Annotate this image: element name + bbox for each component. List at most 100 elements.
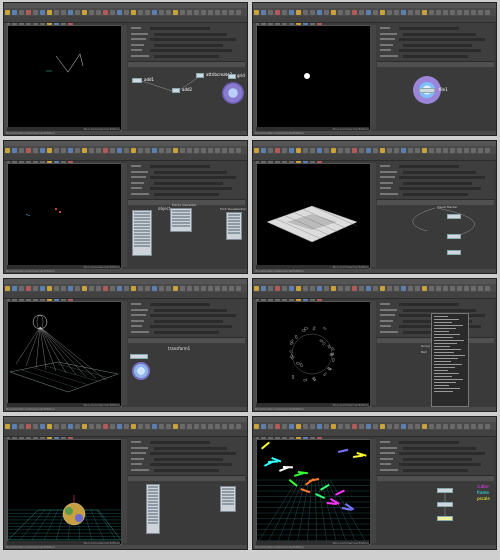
shelf-tool-icon[interactable]	[61, 9, 66, 15]
shelf-tool-icon[interactable]	[289, 423, 294, 429]
menu-item[interactable]	[434, 387, 460, 389]
shelf-tool-icon[interactable]	[12, 147, 17, 153]
shelf-tool-icon[interactable]	[359, 147, 364, 153]
tab-context-menu[interactable]	[431, 313, 469, 407]
shelf-tool-icon[interactable]	[401, 9, 406, 15]
shelf-tool-icon[interactable]	[359, 9, 364, 15]
shelf-tool-icon[interactable]	[268, 423, 273, 429]
menu-item[interactable]	[434, 324, 463, 326]
shelf-tool-icon[interactable]	[187, 285, 192, 291]
shelf-tool-icon[interactable]	[166, 423, 171, 429]
shelf-tool-icon[interactable]	[464, 423, 469, 429]
param-field[interactable]	[150, 441, 210, 444]
menu-item[interactable]	[434, 339, 464, 341]
shelf-tool-icon[interactable]	[82, 423, 87, 429]
param-field[interactable]	[399, 441, 459, 444]
shelf-tool-icon[interactable]	[61, 147, 66, 153]
shelf-tool-icon[interactable]	[145, 9, 150, 15]
shelf-tool-icon[interactable]	[82, 285, 87, 291]
shelf-tool-icon[interactable]	[429, 147, 434, 153]
shelf-tool-icon[interactable]	[324, 147, 329, 153]
shelf-tool-icon[interactable]	[40, 147, 45, 153]
shelf-tool-icon[interactable]	[471, 423, 476, 429]
shelf-tool-icon[interactable]	[68, 147, 73, 153]
shelf-tool-icon[interactable]	[131, 423, 136, 429]
menu-item[interactable]	[434, 315, 448, 317]
shelf-tool-icon[interactable]	[187, 9, 192, 15]
shelf-tool-icon[interactable]	[408, 285, 413, 291]
shelf-tool-icon[interactable]	[110, 423, 115, 429]
network-editor[interactable]: Visual Marker	[377, 205, 494, 270]
shelf-tool-icon[interactable]	[408, 147, 413, 153]
shelf-tool-icon[interactable]	[33, 147, 38, 153]
shelf-tool-icon[interactable]	[429, 285, 434, 291]
pane-tab-bar[interactable]	[253, 430, 496, 437]
param-field[interactable]	[150, 38, 236, 41]
shelf-tool-icon[interactable]	[275, 423, 280, 429]
shelf-tool-icon[interactable]	[61, 285, 66, 291]
shelf-tool-icon[interactable]	[152, 285, 157, 291]
shelf-tool-icon[interactable]	[303, 147, 308, 153]
shelf-tool-icon[interactable]	[103, 147, 108, 153]
add1-node[interactable]	[132, 78, 142, 83]
param-field[interactable]	[403, 446, 476, 450]
shelf-tool-icon[interactable]	[19, 423, 24, 429]
shelf-tool-icon[interactable]	[201, 423, 206, 429]
shelf-tool-icon[interactable]	[103, 285, 108, 291]
param-field[interactable]	[403, 54, 468, 58]
shelf-tool-icon[interactable]	[261, 147, 266, 153]
shelf-tool-icon[interactable]	[268, 9, 273, 15]
shelf-tool-icon[interactable]	[82, 147, 87, 153]
shelf-tool-icon[interactable]	[457, 285, 462, 291]
param-field[interactable]	[154, 457, 223, 461]
menu-item[interactable]	[434, 342, 457, 344]
shelf-tool-icon[interactable]	[201, 147, 206, 153]
menu-item[interactable]	[434, 351, 454, 353]
shelf-tool-icon[interactable]	[194, 285, 199, 291]
shelf-tool-icon[interactable]	[222, 9, 227, 15]
shelf-tool-icon[interactable]	[471, 285, 476, 291]
shelf-tool-icon[interactable]	[96, 9, 101, 15]
shelf-tool-icon[interactable]	[387, 285, 392, 291]
node[interactable]	[447, 214, 461, 219]
shelf-tool-icon[interactable]	[47, 285, 52, 291]
shelf-tool-icon[interactable]	[464, 147, 469, 153]
shelf-tool-icon[interactable]	[359, 423, 364, 429]
shelf-tool-icon[interactable]	[47, 147, 52, 153]
selected-node[interactable]	[437, 516, 453, 521]
shelf-tool-icon[interactable]	[229, 423, 234, 429]
network-editor[interactable]	[128, 482, 245, 546]
shelf-tool-icon[interactable]	[215, 147, 220, 153]
param-field[interactable]	[399, 38, 485, 41]
shelf-tool-icon[interactable]	[310, 9, 315, 15]
shelf-tool-icon[interactable]	[331, 285, 336, 291]
param-field[interactable]	[150, 187, 232, 190]
param-field[interactable]	[399, 452, 485, 455]
network-tab-bar[interactable]	[128, 476, 245, 481]
shelf-tool-icon[interactable]	[387, 9, 392, 15]
shelf-tool-icon[interactable]	[373, 285, 378, 291]
shelf-tool-icon[interactable]	[436, 423, 441, 429]
param-field[interactable]	[154, 54, 219, 58]
menu-item[interactable]	[434, 357, 458, 359]
shelf-tool-icon[interactable]	[296, 423, 301, 429]
shelf-tool-icon[interactable]	[380, 423, 385, 429]
shelf-tool-icon[interactable]	[40, 9, 45, 15]
shelf-tool-icon[interactable]	[89, 147, 94, 153]
pane-tab-bar[interactable]	[4, 292, 247, 299]
menu-item[interactable]	[434, 369, 448, 371]
param-field[interactable]	[399, 187, 481, 190]
shelf-tool-icon[interactable]	[338, 9, 343, 15]
param-field[interactable]	[150, 176, 236, 179]
menu-item[interactable]	[434, 330, 449, 332]
shelf-tool-icon[interactable]	[282, 285, 287, 291]
shelf-tool-icon[interactable]	[152, 9, 157, 15]
shelf-tool-icon[interactable]	[296, 9, 301, 15]
shelf-tool-icon[interactable]	[261, 423, 266, 429]
shelf-tool-icon[interactable]	[415, 285, 420, 291]
shelf-tool-icon[interactable]	[138, 9, 143, 15]
shelf-tool-icon[interactable]	[345, 285, 350, 291]
shelf-tool-icon[interactable]	[415, 423, 420, 429]
shelf-tool-icon[interactable]	[436, 9, 441, 15]
shelf-tool-icon[interactable]	[296, 147, 301, 153]
